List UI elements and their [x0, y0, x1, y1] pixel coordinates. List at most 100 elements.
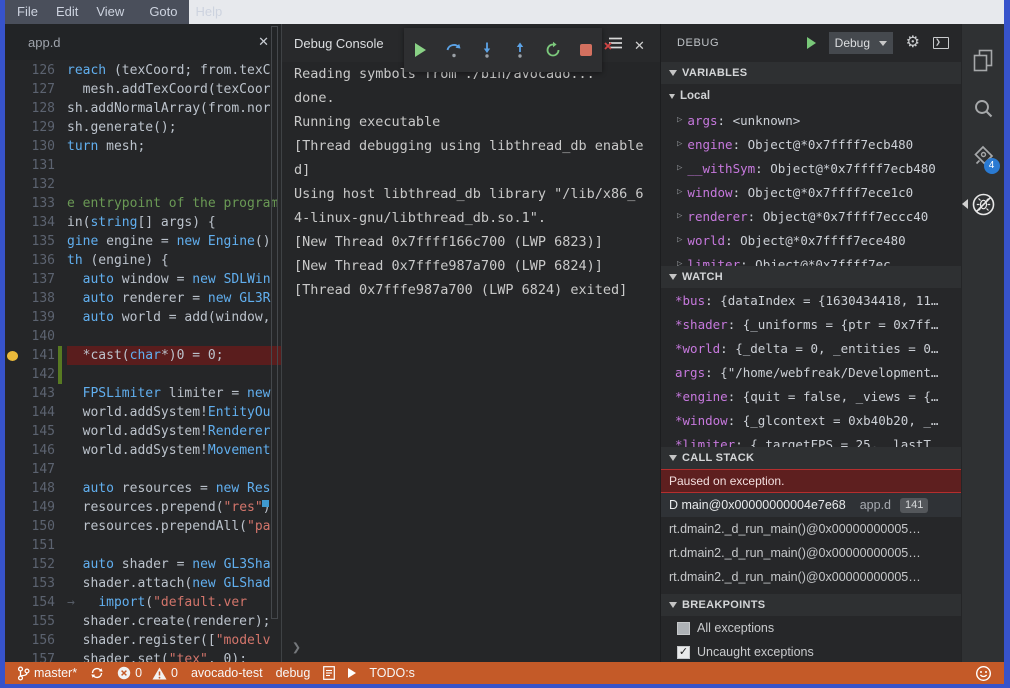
console-output[interactable]: Reading symbols from ./bin/avocado...don…	[282, 62, 660, 662]
code-line[interactable]: 133e entrypoint of the program	[5, 194, 281, 213]
breakpoint-gutter[interactable]	[5, 308, 19, 327]
stack-frame-row[interactable]: D main@0x00000000004e7e68app.d141	[661, 493, 961, 517]
code-line[interactable]: 136th (engine) {	[5, 251, 281, 270]
code-line[interactable]: 132	[5, 175, 281, 194]
breakpoint-gutter[interactable]	[5, 270, 19, 289]
breakpoint-gutter[interactable]	[5, 232, 19, 251]
gear-icon[interactable]: ⚙	[906, 35, 920, 51]
code-line[interactable]: 130turn mesh;	[5, 137, 281, 156]
document-status[interactable]	[323, 666, 335, 680]
breakpoint-checkbox[interactable]: ✓	[677, 646, 690, 659]
variable-row[interactable]: *bus: {dataIndex = {1630434418, 11…	[661, 288, 961, 312]
breakpoint-row[interactable]: ✓Uncaught exceptions	[661, 640, 961, 662]
variable-row[interactable]: ▷world: Object@*0x7ffff7ece480	[661, 228, 961, 252]
code-line[interactable]: 143 FPSLimiter limiter = new	[5, 384, 281, 403]
variable-row[interactable]: ▷limiter: Object@*0x7ffff7ec	[661, 252, 961, 266]
variable-row[interactable]: *engine: {quit = false, _views = {…	[661, 384, 961, 408]
variable-row[interactable]: ▷args: <unknown>	[661, 108, 961, 132]
watch-section-header[interactable]: WATCH	[661, 266, 961, 288]
panel-collapse-arrow-icon[interactable]	[962, 199, 968, 209]
breakpoint-gutter[interactable]	[5, 384, 19, 403]
variable-row[interactable]: ▷__withSym: Object@*0x7ffff7ecb480	[661, 156, 961, 180]
sync-button[interactable]	[90, 666, 104, 680]
code-line[interactable]: 126reach (texCoord; from.texC	[5, 61, 281, 80]
breakpoint-gutter[interactable]	[5, 422, 19, 441]
tab-app-d[interactable]: app.d ✕	[5, 24, 281, 60]
collapsed-arrow-icon[interactable]: ▷	[677, 259, 682, 266]
code-line[interactable]: 151	[5, 536, 281, 555]
variable-row[interactable]: ▷renderer: Object@*0x7ffff7eccc40	[661, 204, 961, 228]
git-branch-status[interactable]: master*	[17, 666, 77, 681]
code-line[interactable]: 154→ import("default.ver	[5, 593, 281, 612]
code-line[interactable]: 137 auto window = new SDLWin	[5, 270, 281, 289]
variable-row[interactable]: *shader: {_uniforms = {ptr = 0x7ff…	[661, 312, 961, 336]
code-line[interactable]: 135gine engine = new Engine()	[5, 232, 281, 251]
collapsed-arrow-icon[interactable]: ▷	[677, 211, 682, 221]
continue-button[interactable]	[410, 39, 432, 61]
breakpoint-checkbox[interactable]	[677, 622, 690, 635]
problems-status[interactable]: 0 0	[117, 666, 178, 680]
breakpoint-gutter[interactable]	[5, 631, 19, 650]
feedback-smiley[interactable]	[975, 665, 992, 682]
code-line[interactable]: 157 shader.set("tex", 0);	[5, 650, 281, 662]
breakpoint-gutter[interactable]	[5, 194, 19, 213]
breakpoint-gutter[interactable]	[5, 612, 19, 631]
stack-frame-row[interactable]: rt.dmain2._d_run_main()@0x00000000005…	[661, 517, 961, 541]
step-out-button[interactable]	[509, 39, 531, 61]
code-line[interactable]: 128sh.addNormalArray(from.nor	[5, 99, 281, 118]
code-line[interactable]: 145 world.addSystem!Renderer	[5, 422, 281, 441]
breakpoint-gutter[interactable]	[5, 441, 19, 460]
activity-search[interactable]	[962, 84, 1005, 132]
breakpoint-gutter[interactable]	[5, 175, 19, 194]
breakpoint-gutter[interactable]	[5, 403, 19, 422]
restart-button[interactable]	[542, 39, 564, 61]
menu-item-file[interactable]: File	[8, 0, 47, 24]
breakpoint-gutter[interactable]	[5, 574, 19, 593]
code-line[interactable]: 152 auto shader = new GL3Sha	[5, 555, 281, 574]
breakpoint-gutter[interactable]	[5, 289, 19, 308]
variable-row[interactable]: *world: {_delta = 0, _entities = 0…	[661, 336, 961, 360]
code-line[interactable]: 141 *cast(char*)0 = 0;	[5, 346, 281, 365]
variable-row[interactable]: args: {"/home/webfreak/Development…	[661, 360, 961, 384]
menu-item-help[interactable]: Help	[187, 0, 232, 24]
breakpoint-row[interactable]: All exceptions	[661, 616, 961, 640]
editor-scrollbar[interactable]	[271, 26, 278, 619]
variable-row[interactable]: *limiter: {_targetFPS = 25, _lastT	[661, 432, 961, 447]
variable-row[interactable]: ▷window: Object@*0x7ffff7ece1c0	[661, 180, 961, 204]
breakpoint-gutter[interactable]	[5, 327, 19, 346]
stack-frame-row[interactable]: rt.dmain2._d_run_main()@0x00000000005…	[661, 565, 961, 589]
code-line[interactable]: 142	[5, 365, 281, 384]
code-line[interactable]: 131	[5, 156, 281, 175]
breakpoint-gutter[interactable]	[5, 365, 19, 384]
stack-frame-row[interactable]: rt.dmain2._d_run_main()@0x00000000005…	[661, 541, 961, 565]
breakpoint-gutter[interactable]	[5, 460, 19, 479]
code-line[interactable]: 148 auto resources = new Res	[5, 479, 281, 498]
activity-source-control[interactable]: 4	[962, 132, 1005, 180]
console-prompt[interactable]: ❯	[292, 638, 301, 656]
debug-config-dropdown[interactable]: Debug	[829, 32, 893, 54]
step-into-button[interactable]	[476, 39, 498, 61]
collapsed-arrow-icon[interactable]: ▷	[677, 163, 682, 173]
code-line[interactable]: 155 shader.create(renderer);	[5, 612, 281, 631]
step-over-button[interactable]	[443, 39, 465, 61]
breakpoint-gutter[interactable]	[5, 517, 19, 536]
menu-item-edit[interactable]: Edit	[47, 0, 87, 24]
editor[interactable]: 126reach (texCoord; from.texC127 mesh.ad…	[5, 60, 281, 662]
code-line[interactable]: 153 shader.attach(new GLShad	[5, 574, 281, 593]
build-mode-status[interactable]: debug	[276, 666, 311, 680]
code-line[interactable]: 147	[5, 460, 281, 479]
code-line[interactable]: 134in(string[] args) {	[5, 213, 281, 232]
code-line[interactable]: 129sh.generate();	[5, 118, 281, 137]
collapsed-arrow-icon[interactable]: ▷	[677, 139, 682, 149]
breakpoint-gutter[interactable]	[5, 251, 19, 270]
breakpoints-section-header[interactable]: BREAKPOINTS	[661, 594, 961, 616]
stop-button[interactable]	[575, 39, 597, 61]
code-line[interactable]: 127 mesh.addTexCoord(texCoor	[5, 80, 281, 99]
run-task-button[interactable]	[348, 668, 356, 678]
breakpoint-gutter[interactable]	[5, 99, 19, 118]
variables-scope-local[interactable]: Local	[661, 84, 961, 108]
breakpoint-gutter[interactable]	[5, 346, 19, 365]
code-line[interactable]: 149 resources.prepend("res")	[5, 498, 281, 517]
breakpoint-gutter[interactable]	[5, 555, 19, 574]
todo-status[interactable]: TODO:s	[369, 666, 415, 680]
